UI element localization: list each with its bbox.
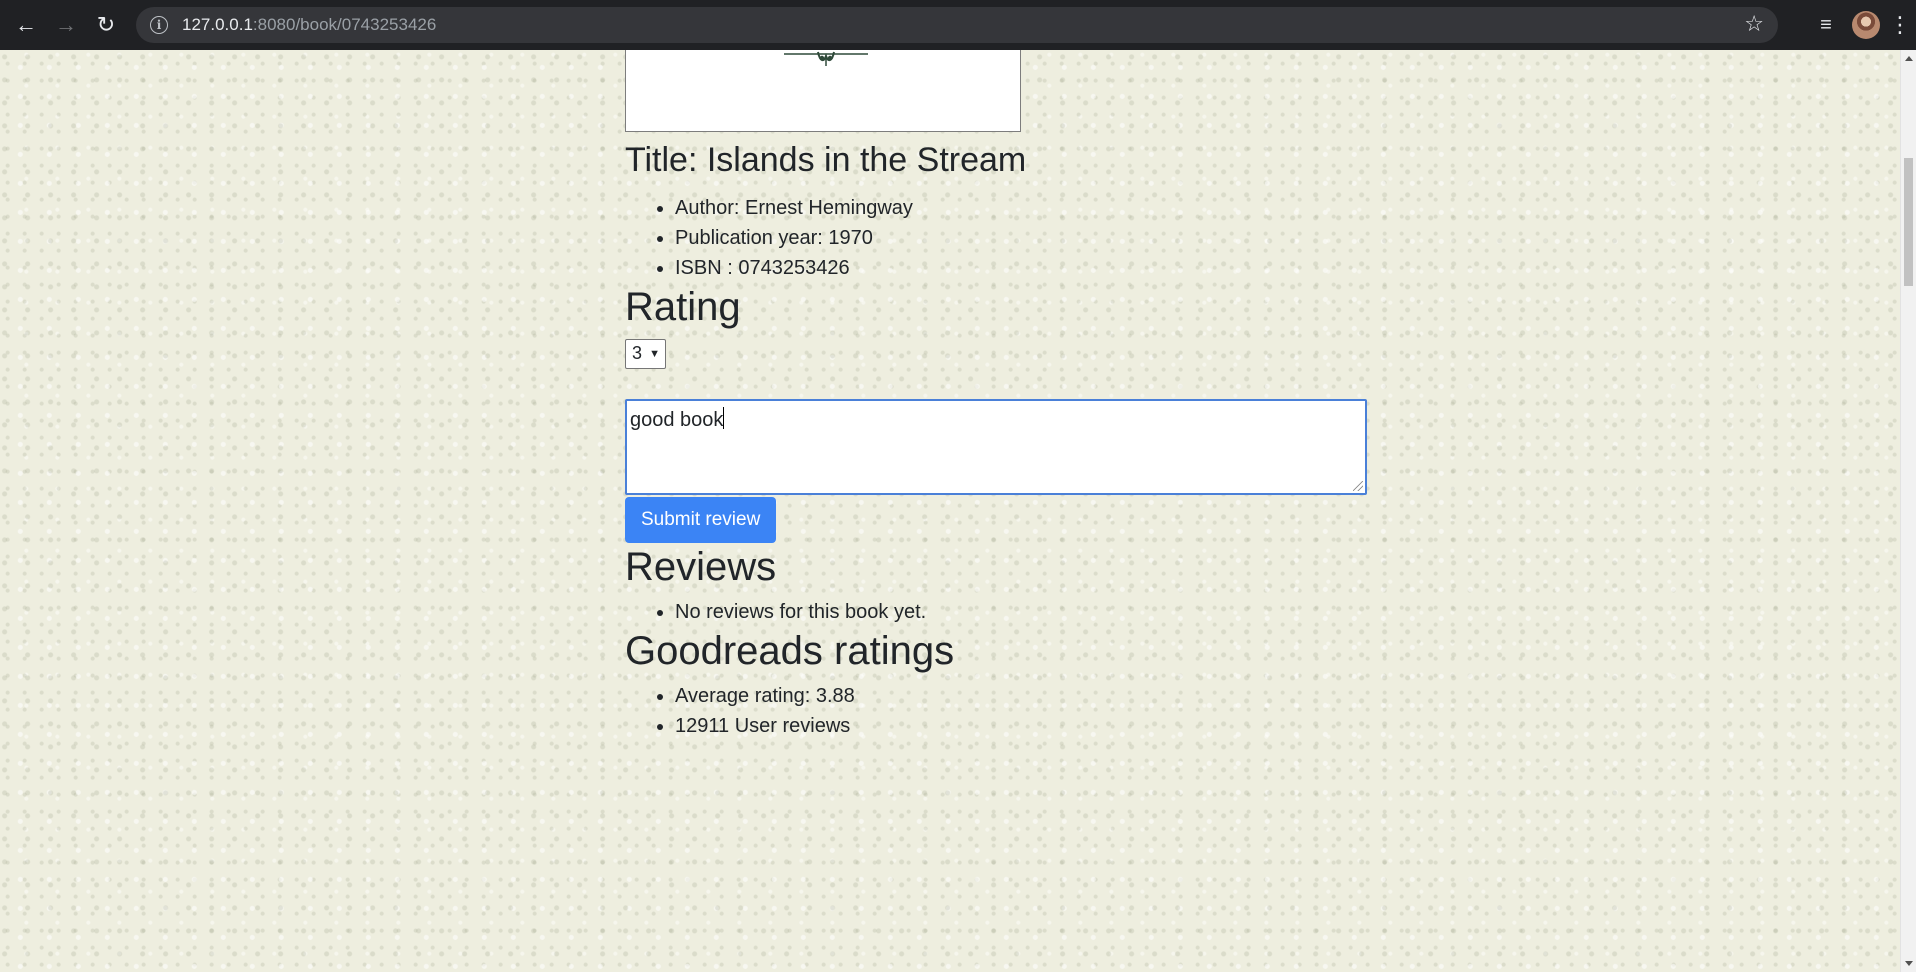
rating-select[interactable]: 3 ▼	[625, 338, 666, 369]
back-arrow-icon[interactable]: ←	[6, 5, 46, 45]
url-host: 127.0.0.1	[182, 15, 253, 34]
scroll-down-arrow-icon[interactable]	[1905, 961, 1913, 966]
review-text: good book	[630, 408, 724, 431]
submit-review-button[interactable]: Submit review	[625, 496, 777, 543]
book-details-list: Author: Ernest Hemingway Publication yea…	[625, 193, 1375, 283]
forward-arrow-icon[interactable]: →	[46, 5, 86, 45]
book-cover-image	[625, 50, 1021, 132]
book-year: Publication year: 1970	[675, 223, 1375, 253]
vertical-scrollbar[interactable]	[1900, 50, 1916, 972]
book-author: Author: Ernest Hemingway	[675, 193, 1375, 223]
star-icon[interactable]: ☆	[1744, 11, 1764, 37]
url-path: :8080/book/0743253426	[252, 15, 437, 34]
kebab-menu-icon[interactable]: ⋮	[1888, 12, 1912, 38]
page-viewport: Title: Islands in the Stream Author: Ern…	[0, 50, 1900, 972]
scrollbar-thumb[interactable]	[1904, 158, 1913, 286]
browser-toolbar: ← → ↻ i 127.0.0.1:8080/book/0743253426 ☆…	[0, 0, 1916, 50]
review-textarea[interactable]: good book	[625, 398, 1367, 495]
media-control-icon[interactable]: ≡	[1808, 14, 1844, 37]
user-reviews-count: 12911 User reviews	[675, 711, 1375, 741]
list-item: No reviews for this book yet.	[675, 597, 1375, 627]
book-detail: Title: Islands in the Stream Author: Ern…	[625, 50, 1375, 741]
goodreads-heading: Goodreads ratings	[625, 628, 955, 673]
average-rating: Average rating: 3.88	[675, 681, 1375, 711]
reload-icon[interactable]: ↻	[86, 5, 126, 45]
rating-heading: Rating	[625, 284, 741, 329]
resize-handle-icon[interactable]	[1353, 480, 1363, 491]
goodreads-list: Average rating: 3.88 12911 User reviews	[625, 681, 1375, 741]
scroll-up-arrow-icon[interactable]	[1905, 56, 1913, 61]
text-cursor	[723, 406, 725, 429]
reviews-heading: Reviews	[625, 544, 777, 589]
book-title: Title: Islands in the Stream	[625, 141, 1027, 179]
url-text[interactable]: 127.0.0.1:8080/book/0743253426	[182, 15, 436, 35]
rating-selected-value: 3	[632, 343, 643, 364]
cover-ornament	[776, 50, 876, 66]
avatar[interactable]	[1852, 11, 1880, 39]
address-bar[interactable]: i 127.0.0.1:8080/book/0743253426 ☆	[136, 7, 1778, 43]
info-icon[interactable]: i	[150, 16, 168, 34]
book-isbn: ISBN : 0743253426	[675, 253, 1375, 283]
reviews-list: No reviews for this book yet.	[625, 597, 1375, 627]
chevron-down-icon: ▼	[649, 347, 660, 360]
